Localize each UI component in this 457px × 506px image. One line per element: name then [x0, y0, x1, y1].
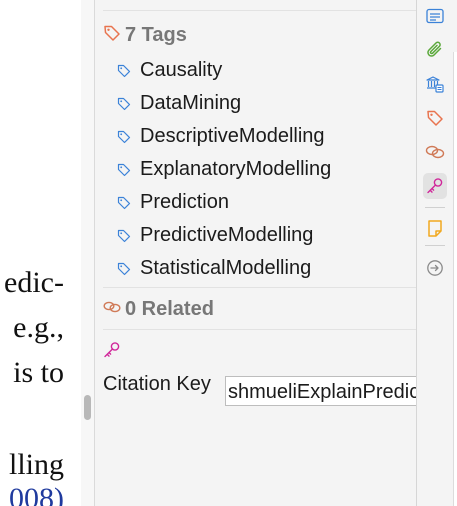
tags-section-header[interactable]: 7 Tags	[103, 24, 187, 47]
library-icon	[426, 76, 444, 93]
item-pane: 7 Tags Causality DataMining DescriptiveM…	[95, 0, 417, 506]
pdf-text-fragment: is to	[13, 356, 64, 389]
tag-item[interactable]: ExplanatoryModelling	[117, 153, 331, 186]
note-icon	[428, 220, 442, 237]
pdf-citation-link[interactable]: 008)	[9, 484, 64, 506]
tags-section-title: 7 Tags	[125, 24, 187, 46]
citation-key-section-header[interactable]	[103, 341, 121, 364]
tag-item-icon	[117, 64, 131, 77]
info-icon	[426, 8, 444, 24]
tag-item[interactable]: PredictiveModelling	[117, 219, 331, 252]
sidenav-divider	[425, 207, 445, 208]
tag-label: DataMining	[140, 92, 242, 114]
window-edge	[453, 52, 457, 506]
key-icon	[103, 341, 121, 364]
pdf-scrollbar-thumb[interactable]	[84, 395, 91, 420]
sidenav-divider	[425, 245, 445, 246]
related-nav-button[interactable]	[423, 139, 447, 165]
tag-item-icon	[117, 130, 131, 143]
pdf-text-fragment: lling	[8, 448, 64, 481]
attachment-icon	[427, 41, 442, 57]
tag-item-icon	[117, 196, 131, 209]
tag-label: DescriptiveModelling	[140, 125, 325, 147]
pdf-scrollbar[interactable]	[81, 0, 95, 506]
locate-icon	[427, 260, 443, 276]
tag-icon	[103, 24, 121, 47]
key-icon	[427, 178, 443, 194]
pdf-text-fragment: e.g.,	[13, 311, 64, 344]
tag-item-icon	[117, 163, 131, 176]
tags-nav-button[interactable]	[423, 105, 447, 131]
tag-label: Prediction	[140, 191, 229, 213]
notes-nav-button[interactable]	[423, 215, 447, 241]
related-icon	[425, 145, 445, 159]
tag-label: ExplanatoryModelling	[140, 158, 332, 180]
tag-item[interactable]: StatisticalModelling	[117, 252, 331, 285]
tag-list: Causality DataMining DescriptiveModellin…	[117, 54, 331, 285]
section-divider	[103, 329, 416, 330]
locate-nav-button[interactable]	[423, 255, 447, 281]
tag-item-icon	[117, 262, 131, 275]
related-icon	[103, 300, 121, 319]
related-section-title: 0 Related	[125, 298, 214, 320]
tag-item[interactable]: Causality	[117, 54, 331, 87]
tag-icon	[427, 110, 443, 126]
tag-item-icon	[117, 229, 131, 242]
tag-item[interactable]: DescriptiveModelling	[117, 120, 331, 153]
tag-label: PredictiveModelling	[140, 224, 314, 246]
citation-key-label: Citation Key	[103, 373, 211, 395]
tag-item[interactable]: Prediction	[117, 186, 331, 219]
attachments-nav-button[interactable]	[423, 37, 447, 63]
item-pane-sidenav	[416, 0, 457, 506]
tag-item[interactable]: DataMining	[117, 87, 331, 120]
pdf-document-view[interactable]: edic- e.g., is to lling 008)	[0, 0, 81, 506]
tag-label: Causality	[140, 59, 223, 81]
related-section-header[interactable]: 0 Related	[103, 298, 214, 321]
citation-key-nav-button[interactable]	[423, 173, 447, 199]
pdf-text-fragment: edic-	[4, 266, 64, 299]
info-nav-button[interactable]	[423, 3, 447, 29]
section-divider	[103, 10, 416, 11]
section-divider	[103, 287, 416, 288]
tag-label: StatisticalModelling	[140, 257, 312, 279]
libraries-nav-button[interactable]	[423, 71, 447, 97]
tag-item-icon	[117, 97, 131, 110]
citation-key-field[interactable]	[225, 376, 417, 406]
